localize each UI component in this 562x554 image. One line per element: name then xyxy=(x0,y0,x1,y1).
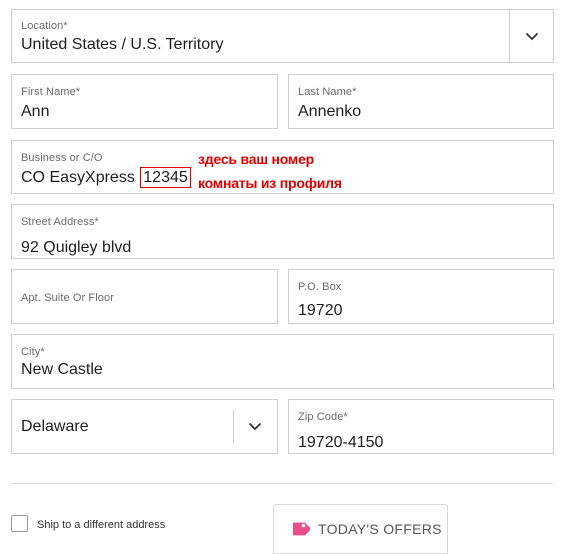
chevron-down-icon xyxy=(248,422,262,431)
location-label: Location* xyxy=(21,20,68,32)
street-address-field[interactable]: Street Address* 92 Quigley blvd xyxy=(11,204,554,259)
last-name-field[interactable]: Last Name* Annenko xyxy=(288,74,554,129)
city-label: City* xyxy=(21,346,45,358)
ship-different-checkbox[interactable] xyxy=(11,515,28,532)
first-name-field[interactable]: First Name* Ann xyxy=(11,74,278,129)
room-number-highlight: 12345 xyxy=(140,167,191,188)
apt-suite-label: Apt. Suite Or Floor xyxy=(21,292,114,304)
business-value: CO EasyXpress 12345 xyxy=(21,167,191,188)
state-dropdown-toggle[interactable] xyxy=(233,400,277,453)
chevron-down-icon xyxy=(525,32,538,40)
state-value: Delaware xyxy=(21,418,89,435)
first-name-label: First Name* xyxy=(21,86,81,98)
city-field[interactable]: City* New Castle xyxy=(11,334,554,389)
po-box-field[interactable]: P.O. Box 19720 xyxy=(288,269,554,324)
zip-code-field[interactable]: Zip Code* 19720-4150 xyxy=(288,399,554,454)
annotation-line-2: комнаты из профиля xyxy=(198,175,342,191)
location-dropdown-toggle[interactable] xyxy=(509,10,553,62)
todays-offers-button[interactable]: TODAY'S OFFERS xyxy=(273,504,448,554)
ship-different-label: Ship to a different address xyxy=(37,519,166,531)
street-address-label: Street Address* xyxy=(21,216,99,228)
location-select[interactable]: Location* United States / U.S. Territory xyxy=(11,9,554,63)
zip-code-label: Zip Code* xyxy=(298,411,348,423)
todays-offers-label: TODAY'S OFFERS xyxy=(318,521,442,537)
first-name-value: Ann xyxy=(21,103,50,120)
location-value: United States / U.S. Territory xyxy=(21,36,224,53)
tag-icon xyxy=(292,522,310,536)
po-box-value: 19720 xyxy=(298,302,343,319)
street-address-value: 92 Quigley blvd xyxy=(21,239,132,256)
last-name-value: Annenko xyxy=(298,103,362,120)
apt-suite-field[interactable]: Apt. Suite Or Floor xyxy=(11,269,278,324)
business-text: CO EasyXpress xyxy=(21,169,135,186)
zip-code-value: 19720-4150 xyxy=(298,434,384,451)
business-label: Business or C/O xyxy=(21,152,103,164)
section-divider xyxy=(11,483,553,484)
state-select[interactable]: Delaware xyxy=(11,399,278,454)
annotation-line-1: здесь ваш номер xyxy=(198,151,315,167)
po-box-label: P.O. Box xyxy=(298,281,342,293)
last-name-label: Last Name* xyxy=(298,86,357,98)
city-value: New Castle xyxy=(21,361,103,378)
